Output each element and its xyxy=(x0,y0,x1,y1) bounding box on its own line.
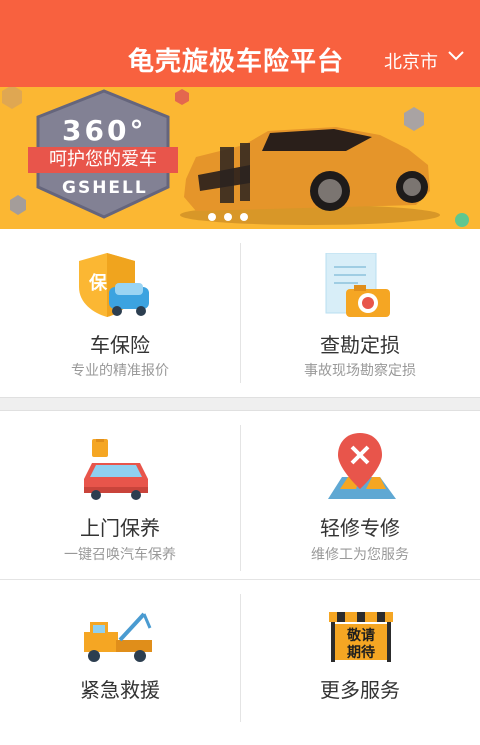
service-subtitle: 事故现场勘察定损 xyxy=(304,363,416,379)
carousel-dot[interactable] xyxy=(224,213,232,221)
service-card-insurance[interactable]: 保 车保险 专业的精准报价 xyxy=(0,229,240,397)
service-card-survey[interactable]: 查勘定损 事故现场勘察定损 xyxy=(240,229,480,397)
promo-banner[interactable]: 360° 呵护您的爱车 GSHELL xyxy=(0,87,480,229)
service-card-rescue[interactable]: 紧急救援 xyxy=(0,580,240,730)
service-title: 车保险 xyxy=(90,333,150,357)
service-title: 轻修专修 xyxy=(320,516,400,540)
service-title: 紧急救援 xyxy=(80,678,160,702)
service-title: 更多服务 xyxy=(320,678,400,702)
service-card-maintenance[interactable]: 上门保养 一键召唤汽车保养 xyxy=(0,411,240,579)
service-subtitle: 一键召唤汽车保养 xyxy=(64,547,176,563)
shield-car-icon: 保 xyxy=(79,253,149,317)
car-oil-icon xyxy=(84,439,148,500)
service-card-more[interactable]: 敬请 期待 更多服务 xyxy=(240,580,480,730)
banner-brand-text: GSHELL xyxy=(62,178,148,198)
banner-ribbon-text: 呵护您的爱车 xyxy=(28,147,178,173)
document-camera-icon xyxy=(325,253,390,317)
carousel-dot[interactable] xyxy=(240,213,248,221)
map-pin-tools-icon xyxy=(328,433,396,499)
coming-soon-sign-icon: 敬请 期待 xyxy=(329,612,393,662)
chevron-down-icon[interactable] xyxy=(447,49,465,63)
city-selector-label[interactable]: 北京市 xyxy=(384,48,438,74)
svg-text:保: 保 xyxy=(88,272,108,294)
section-divider xyxy=(0,397,480,411)
service-subtitle: 维修工为您服务 xyxy=(311,547,409,563)
app-title: 龟壳旋极车险平台 xyxy=(128,47,345,77)
service-card-repair[interactable]: 轻修专修 维修工为您服务 xyxy=(240,411,480,579)
service-title: 查勘定损 xyxy=(320,333,400,357)
tow-truck-icon xyxy=(84,612,152,662)
carousel-dot[interactable] xyxy=(208,213,216,221)
sign-text-bottom: 期待 xyxy=(347,644,375,661)
banner-badge-360: 360° xyxy=(62,114,147,147)
service-title: 上门保养 xyxy=(80,516,160,540)
service-subtitle: 专业的精准报价 xyxy=(71,363,169,379)
sign-text-top: 敬请 xyxy=(346,627,375,644)
app-header: 龟壳旋极车险平台 北京市 xyxy=(0,0,480,87)
